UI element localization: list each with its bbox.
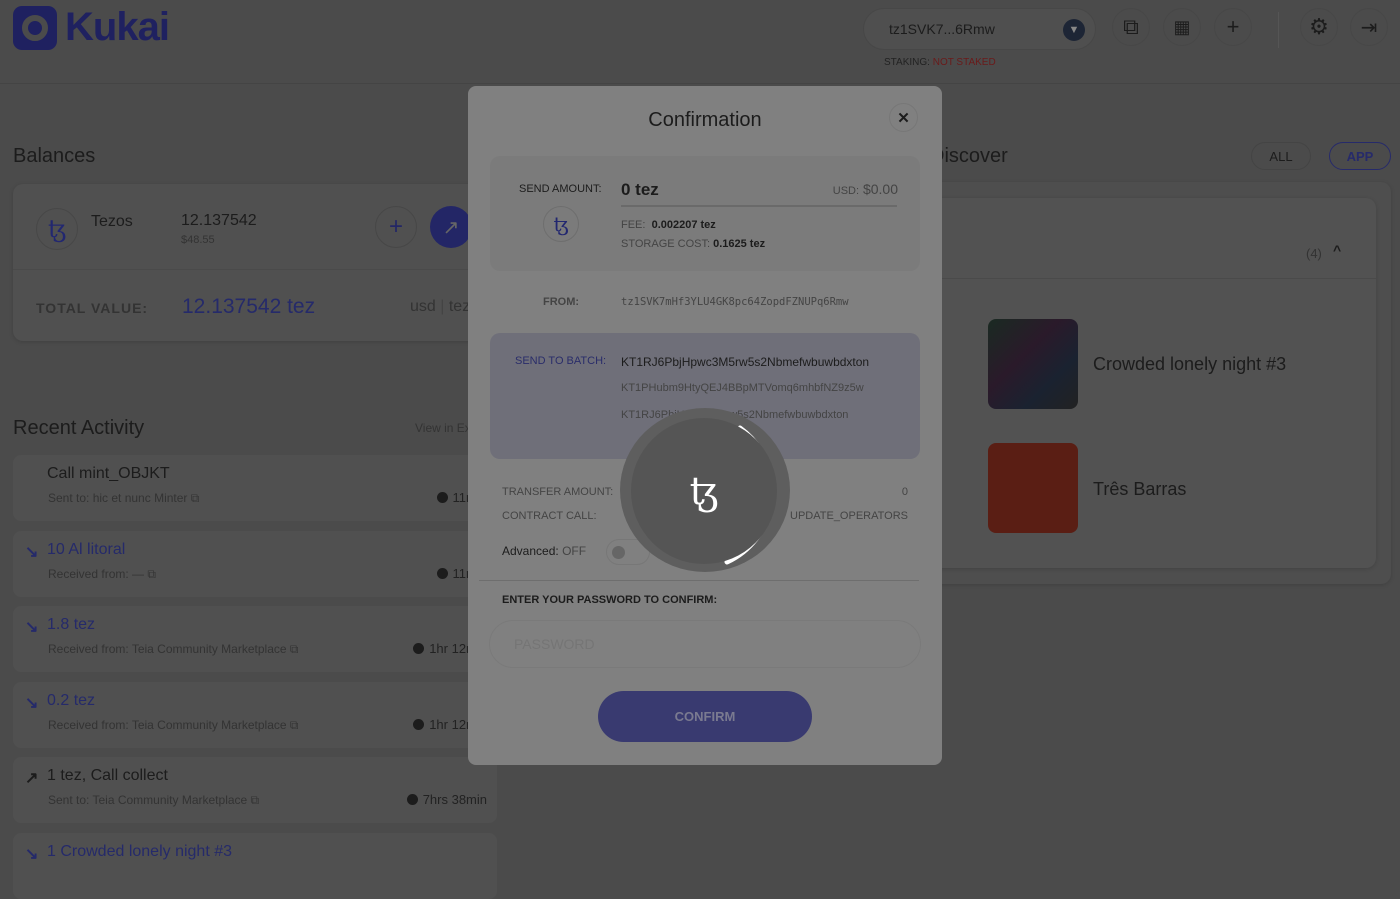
- chevron-down-icon: ▼: [1063, 19, 1085, 41]
- logout-icon[interactable]: ⇥: [1350, 8, 1388, 46]
- divider: [1278, 12, 1279, 48]
- unit-usd[interactable]: usd: [410, 298, 436, 315]
- activity-item[interactable]: ↘ 10 Al litoral Received from: — ⧉ 11min: [13, 530, 497, 597]
- check-circle-icon: [413, 643, 425, 654]
- modal-title: Confirmation: [648, 109, 762, 131]
- send-button[interactable]: ↗: [430, 206, 472, 248]
- nft-thumbnail[interactable]: [988, 443, 1078, 533]
- unit-tez[interactable]: tez: [449, 298, 470, 315]
- kukai-logo[interactable]: Kukai: [13, 5, 170, 50]
- activity-item[interactable]: ↘ 1.8 tez Received from: Teia Community …: [13, 606, 497, 672]
- staking-status: STAKING: NOT STAKED: [884, 57, 996, 68]
- close-icon[interactable]: ✕: [889, 103, 918, 132]
- filter-app[interactable]: APP: [1329, 142, 1391, 170]
- tezos-icon: ꜩ: [36, 208, 78, 250]
- arrow-down-right-icon: ↘: [25, 543, 39, 561]
- plus-icon[interactable]: +: [1214, 8, 1252, 46]
- copy-icon[interactable]: ⧉: [147, 567, 156, 581]
- activity-item[interactable]: Call mint_OBJKT Sent to: hic et nunc Min…: [13, 455, 497, 521]
- nft-thumbnail[interactable]: [988, 319, 1078, 409]
- activity-item[interactable]: ↗ 1 tez, Call collect Sent to: Teia Comm…: [13, 757, 497, 823]
- check-circle-icon: [436, 492, 448, 503]
- balances-card: ꜩ Tezos 12.137542 $48.55 + ↗ TOTAL VALUE…: [13, 184, 497, 341]
- check-circle-icon: [413, 718, 425, 730]
- recent-activity-title: Recent Activity: [13, 417, 145, 439]
- copy-icon[interactable]: ⧉: [191, 491, 200, 505]
- confirm-button[interactable]: CONFIRM: [598, 691, 812, 742]
- nft-title[interactable]: Crowded lonely night #3: [1093, 354, 1286, 375]
- arrow-down-right-icon: ↘: [25, 845, 39, 863]
- add-token-button[interactable]: +: [375, 206, 417, 248]
- copy-icon[interactable]: ⧉: [251, 793, 260, 807]
- gear-icon[interactable]: ⚙: [1300, 8, 1338, 46]
- loading-spinner: ꜩ: [620, 408, 790, 572]
- copy-icon[interactable]: ⧉: [1112, 8, 1150, 46]
- tezos-icon: ꜩ: [543, 206, 579, 242]
- arrow-up-right-icon: ↗: [25, 770, 39, 787]
- filter-all[interactable]: ALL: [1251, 142, 1311, 170]
- arrow-down-right-icon: ↘: [25, 694, 39, 712]
- tezos-icon: ꜩ: [631, 418, 777, 564]
- copy-icon[interactable]: ⧉: [290, 718, 299, 732]
- logo-icon: [13, 5, 57, 50]
- check-circle-icon: [406, 794, 418, 805]
- balances-title: Balances: [13, 145, 96, 167]
- activity-item[interactable]: ↘ 0.2 tez Received from: Teia Community …: [13, 681, 497, 748]
- from-address: tz1SVK7mHf3YLU4GK8pc64ZopdFZNUPq6Rmw: [621, 296, 849, 308]
- check-circle-icon: [436, 567, 448, 579]
- send-amount-box: SEND AMOUNT: ꜩ 0 tez USD: $0.00 FEE: 0.0…: [490, 156, 920, 271]
- account-selector[interactable]: tz1SVK7...6Rmw ▼: [863, 8, 1096, 50]
- copy-icon[interactable]: ⧉: [290, 642, 299, 656]
- arrow-down-right-icon: ↘: [25, 619, 39, 636]
- header: Kukai tz1SVK7...6Rmw ▼ STAKING: NOT STAK…: [0, 0, 1400, 84]
- chevron-up-icon[interactable]: ^: [1333, 242, 1341, 258]
- password-input[interactable]: [489, 620, 921, 668]
- nft-title[interactable]: Três Barras: [1093, 479, 1186, 500]
- qr-code-icon[interactable]: ▦: [1163, 8, 1201, 46]
